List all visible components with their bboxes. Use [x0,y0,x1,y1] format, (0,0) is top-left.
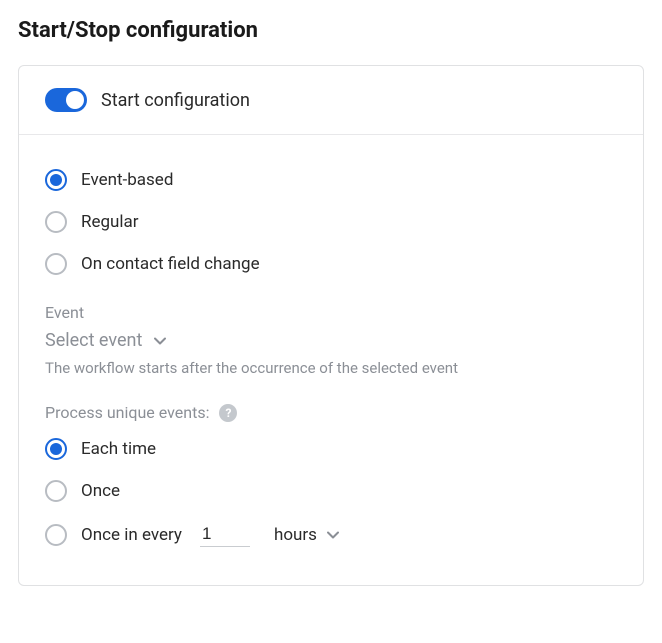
toggle-knob [66,91,84,109]
help-icon[interactable]: ? [219,404,237,422]
trigger-option-regular[interactable]: Regular [45,201,617,243]
radio-label: Once in every [81,525,182,545]
radio-label: Regular [81,212,139,232]
radio-icon [45,480,67,502]
radio-label: Each time [81,439,156,459]
card-body: Event-based Regular On contact field cha… [19,135,643,585]
interval-value-input[interactable] [200,522,250,547]
event-select[interactable]: Select event [45,330,617,351]
card-header: Start configuration [19,66,643,135]
interval-unit-select[interactable]: hours [274,525,339,545]
event-helper-text: The workflow starts after the occurrence… [45,359,617,377]
interval-unit-label: hours [274,525,317,545]
config-card: Start configuration Event-based Regular … [18,65,644,586]
chevron-down-icon [327,529,339,541]
event-select-placeholder: Select event [45,330,142,351]
page-title: Start/Stop configuration [18,18,644,43]
chevron-down-icon [154,335,166,347]
radio-label: Event-based [81,170,173,190]
radio-label: On contact field change [81,254,260,274]
radio-icon [45,438,67,460]
radio-icon [45,169,67,191]
process-option-once-in-every[interactable]: Once in every hours [45,512,617,557]
process-label-row: Process unique events: ? [45,403,617,422]
radio-icon [45,524,67,546]
radio-icon [45,211,67,233]
process-label: Process unique events: [45,403,209,422]
start-config-toggle[interactable] [45,88,87,112]
process-option-each-time[interactable]: Each time [45,428,617,470]
process-option-once[interactable]: Once [45,470,617,512]
radio-label: Once [81,481,120,501]
event-section-label: Event [45,303,617,322]
radio-icon [45,253,67,275]
trigger-option-contact-field-change[interactable]: On contact field change [45,243,617,285]
start-config-label: Start configuration [101,90,250,111]
trigger-option-event-based[interactable]: Event-based [45,159,617,201]
